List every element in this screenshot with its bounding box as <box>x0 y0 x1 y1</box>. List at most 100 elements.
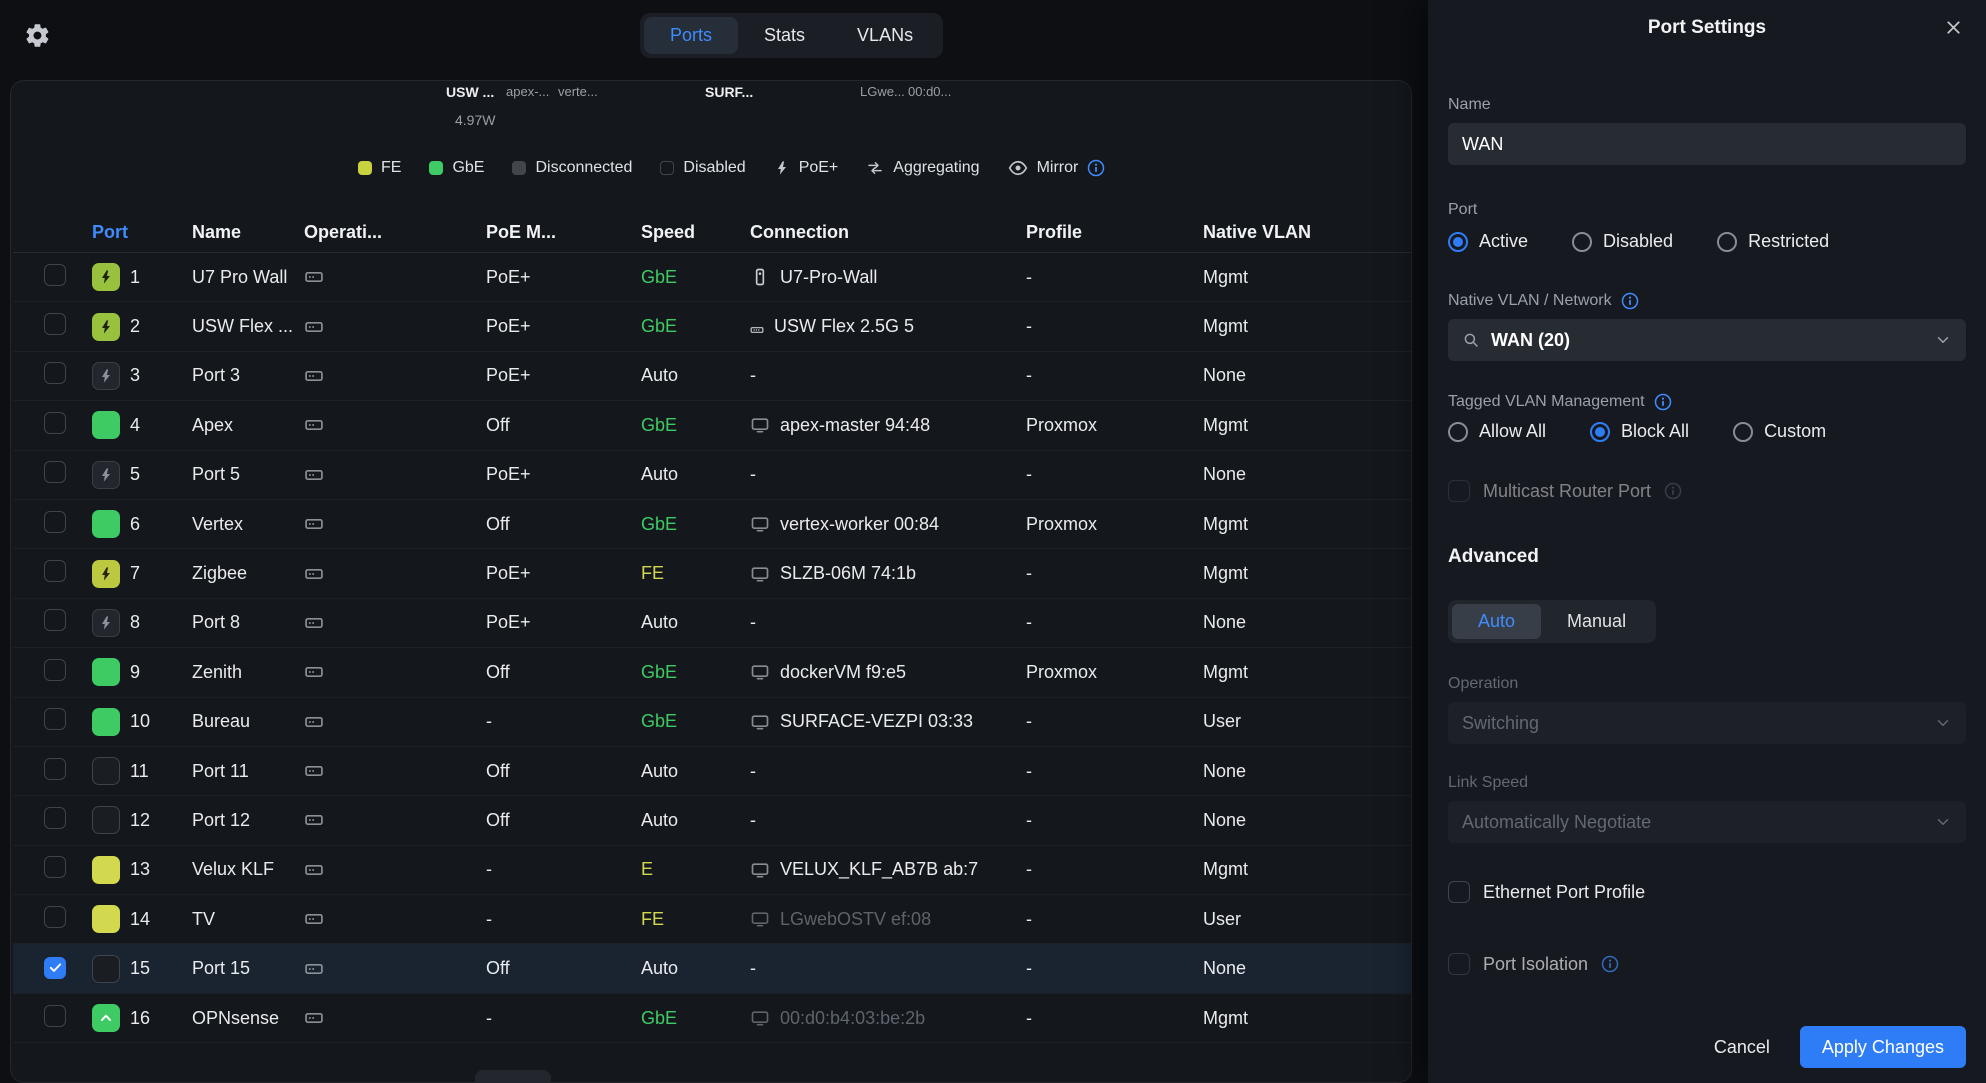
operation-select[interactable]: Switching <box>1448 702 1966 744</box>
native-vlan: Mgmt <box>1203 859 1411 880</box>
radio-icon[interactable] <box>1572 232 1592 252</box>
native-vlan: User <box>1203 909 1411 930</box>
port-number: 16 <box>130 1008 150 1029</box>
port-status-icon <box>92 757 120 785</box>
column-header-native-vlan[interactable]: Native VLAN <box>1203 222 1411 243</box>
connection-cell: SLZB-06M 74:1b <box>750 563 1026 584</box>
tab-vlans[interactable]: VLANs <box>831 17 939 54</box>
native-vlan-select[interactable]: WAN (20) <box>1448 319 1966 361</box>
table-row[interactable]: 14 TV - FE LGwebOSTV ef:08 - User <box>13 895 1411 944</box>
port-name: USW Flex ... <box>192 316 304 337</box>
tab-ports[interactable]: Ports <box>644 17 738 54</box>
port-number: 4 <box>130 415 140 436</box>
ethernet-port-profile-checkbox[interactable] <box>1448 881 1470 903</box>
port-settings-panel: Port Settings Name WAN Port Active <box>1428 0 1986 1083</box>
table-row[interactable]: 7 Zigbee PoE+ FE SLZB-06M 74:1b - Mgmt <box>13 549 1411 598</box>
row-checkbox-cell <box>13 708 88 735</box>
radio-icon[interactable] <box>1448 422 1468 442</box>
radio-icon[interactable] <box>1590 422 1610 442</box>
radio-restricted[interactable]: Restricted <box>1717 231 1829 252</box>
radio-custom[interactable]: Custom <box>1733 421 1826 442</box>
column-header-profile[interactable]: Profile <box>1026 222 1203 243</box>
port-name: Port 15 <box>192 958 304 979</box>
row-checkbox[interactable] <box>44 264 66 286</box>
row-checkbox[interactable] <box>44 609 66 631</box>
column-header-poe-mode[interactable]: PoE M... <box>486 222 641 243</box>
segment-manual[interactable]: Manual <box>1541 604 1652 639</box>
column-header-port[interactable]: Port <box>88 222 192 243</box>
multicast-router-port-row[interactable]: Multicast Router Port <box>1448 480 1966 502</box>
table-row[interactable]: 8 Port 8 PoE+ Auto - - None <box>13 599 1411 648</box>
column-header-name[interactable]: Name <box>192 222 304 243</box>
row-checkbox[interactable] <box>44 1005 66 1027</box>
column-header-operation[interactable]: Operati... <box>304 222 486 243</box>
radio-icon[interactable] <box>1717 232 1737 252</box>
port-isolation-info-icon[interactable] <box>1601 955 1619 973</box>
table-row[interactable]: 3 Port 3 PoE+ Auto - - None <box>13 352 1411 401</box>
row-checkbox[interactable] <box>44 362 66 384</box>
row-checkbox[interactable] <box>44 957 66 979</box>
cancel-button[interactable]: Cancel <box>1714 1037 1770 1058</box>
native-vlan-info-icon[interactable] <box>1621 292 1639 310</box>
row-checkbox[interactable] <box>44 807 66 829</box>
table-row[interactable]: 11 Port 11 Off Auto - - None <box>13 747 1411 796</box>
connection-name: - <box>750 365 756 386</box>
table-row[interactable]: 13 Velux KLF - E VELUX_KLF_AB7B ab:7 - M… <box>13 846 1411 895</box>
radio-allow-all[interactable]: Allow All <box>1448 421 1546 442</box>
column-header-connection[interactable]: Connection <box>750 222 1026 243</box>
port-speed: GbE <box>641 1008 750 1029</box>
port-status-icon <box>92 411 120 439</box>
table-row[interactable]: 16 OPNsense - GbE 00:d0:b4:03:be:2b - Mg… <box>13 994 1411 1043</box>
tab-stats[interactable]: Stats <box>738 17 831 54</box>
port-speed: GbE <box>641 514 750 535</box>
row-checkbox[interactable] <box>44 708 66 730</box>
radio-active[interactable]: Active <box>1448 231 1528 252</box>
row-checkbox[interactable] <box>44 659 66 681</box>
table-row[interactable]: 2 USW Flex ... PoE+ GbE USW Flex 2.5G 5 … <box>13 302 1411 351</box>
multicast-checkbox[interactable] <box>1448 480 1470 502</box>
port-isolation-checkbox[interactable] <box>1448 953 1470 975</box>
table-row[interactable]: 1 U7 Pro Wall PoE+ GbE U7-Pro-Wall - Mgm… <box>13 253 1411 302</box>
panel-body: Name WAN Port Active Disabled <box>1428 96 1986 975</box>
row-checkbox[interactable] <box>44 856 66 878</box>
name-input[interactable]: WAN <box>1448 123 1966 165</box>
row-checkbox[interactable] <box>44 313 66 335</box>
link-speed-field: Link Speed Automatically Negotiate <box>1448 774 1966 843</box>
row-checkbox[interactable] <box>44 906 66 928</box>
close-icon[interactable] <box>1943 17 1964 38</box>
table-row[interactable]: 4 Apex Off GbE apex-master 94:48 Proxmox… <box>13 401 1411 450</box>
port-speed: Auto <box>641 612 750 633</box>
row-checkbox[interactable] <box>44 511 66 533</box>
mirror-info-icon[interactable] <box>1087 159 1105 177</box>
ethernet-port-profile-row[interactable]: Ethernet Port Profile <box>1448 881 1966 903</box>
settings-gear-icon[interactable] <box>22 20 52 50</box>
connection-cell: - <box>750 958 1026 979</box>
connection-cell: U7-Pro-Wall <box>750 267 1026 288</box>
table-row[interactable]: 10 Bureau - GbE SURFACE-VEZPI 03:33 - Us… <box>13 698 1411 747</box>
table-row[interactable]: 12 Port 12 Off Auto - - None <box>13 796 1411 845</box>
port-isolation-row[interactable]: Port Isolation <box>1448 953 1966 975</box>
row-checkbox[interactable] <box>44 758 66 780</box>
native-vlan: None <box>1203 612 1411 633</box>
segment-auto[interactable]: Auto <box>1452 604 1541 639</box>
table-row[interactable]: 9 Zenith Off GbE dockerVM f9:e5 Proxmox … <box>13 648 1411 697</box>
port-cell: 13 <box>88 856 192 884</box>
row-checkbox[interactable] <box>44 560 66 582</box>
table-row[interactable]: 15 Port 15 Off Auto - - None <box>13 944 1411 993</box>
radio-icon[interactable] <box>1448 232 1468 252</box>
tagged-vlan-info-icon[interactable] <box>1654 393 1672 411</box>
apply-changes-button[interactable]: Apply Changes <box>1800 1026 1966 1068</box>
row-checkbox-cell <box>13 659 88 686</box>
table-row[interactable]: 5 Port 5 PoE+ Auto - - None <box>13 451 1411 500</box>
radio-block-all[interactable]: Block All <box>1590 421 1689 442</box>
table-row[interactable]: 6 Vertex Off GbE vertex-worker 00:84 Pro… <box>13 500 1411 549</box>
column-header-speed[interactable]: Speed <box>641 222 750 243</box>
radio-disabled[interactable]: Disabled <box>1572 231 1673 252</box>
row-checkbox-cell <box>13 560 88 587</box>
operation-cell <box>304 810 486 830</box>
radio-icon[interactable] <box>1733 422 1753 442</box>
row-checkbox[interactable] <box>44 461 66 483</box>
multicast-info-icon[interactable] <box>1664 482 1682 500</box>
row-checkbox[interactable] <box>44 412 66 434</box>
link-speed-select[interactable]: Automatically Negotiate <box>1448 801 1966 843</box>
